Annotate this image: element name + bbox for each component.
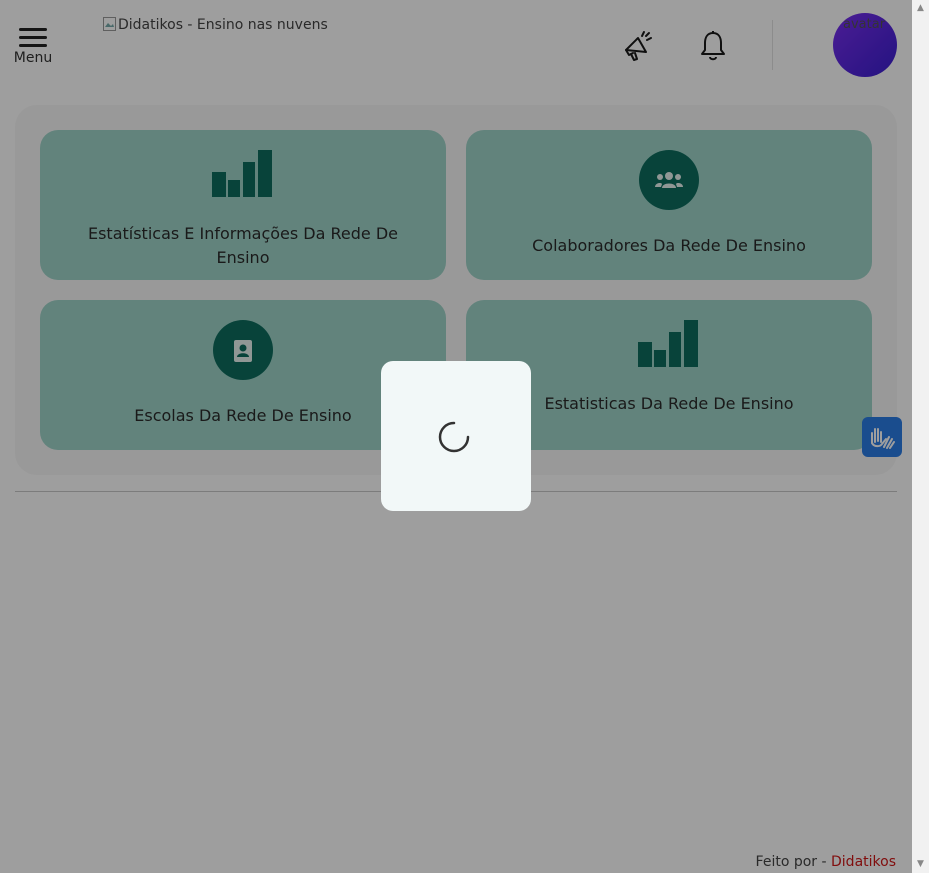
scrollbar-track[interactable] (912, 17, 929, 856)
loading-dialog (381, 361, 531, 511)
scroll-down-arrow-icon[interactable]: ▼ (912, 856, 929, 873)
loading-overlay (0, 0, 912, 873)
vertical-scrollbar[interactable]: ▲ ▼ (912, 0, 929, 873)
spinner-icon (438, 421, 470, 453)
scroll-up-arrow-icon[interactable]: ▲ (912, 0, 929, 17)
